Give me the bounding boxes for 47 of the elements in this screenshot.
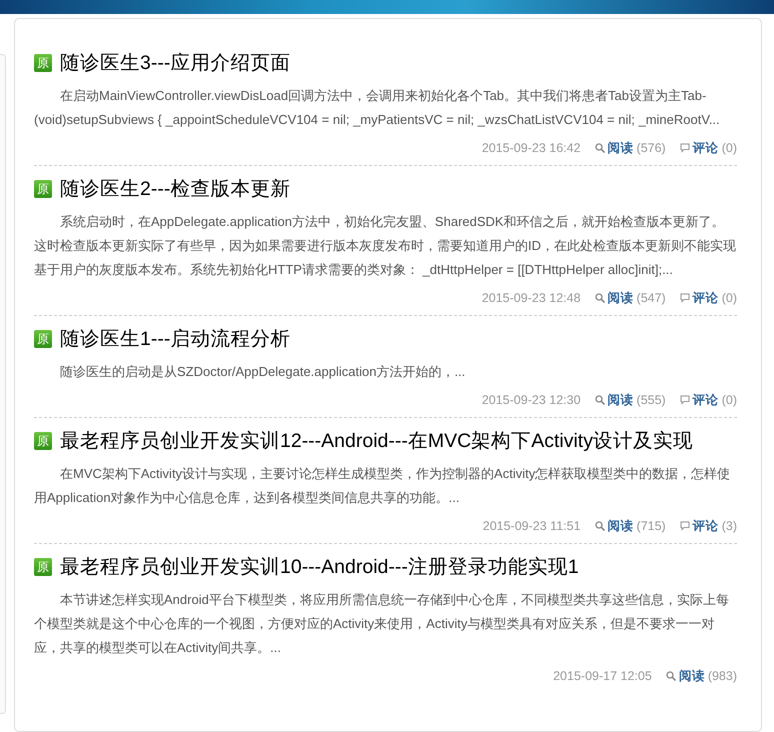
read-link[interactable]: 阅读 — [608, 514, 634, 538]
magnifier-icon — [594, 143, 605, 153]
speech-bubble-icon — [680, 395, 690, 405]
post-summary: 系统启动时，在AppDelegate.application方法中，初始化完友盟、SharedSDK和环信之后，就开始检查版本更新了。这时检查版本更新实际了有些早，因为如果需要进行版本灰度发布时，需要知道用户的ID，在此处检查版本更新则不能实现基于用户的灰度版本发布。系统先初始化HTTP请求需要的类对象： _dtHttpHelper = [[DTHttpHelper alloc]init];... — [34, 213, 737, 279]
read-link[interactable]: 阅读 — [608, 136, 634, 160]
magnifier-icon — [594, 293, 605, 303]
read-count: (547) — [636, 290, 666, 307]
post-summary: 在启动MainViewController.viewDisLoad回调方法中，会调用来初始化各个Tab。其中我们将患者Tab设置为主Tab- (void)setupSubviews { _appointScheduleVCV104 = nil; _myPatientsVC = nil; _wzsChatListVCV104 = nil; _mineRootV... — [34, 87, 721, 129]
post-date: 2015-09-23 12:30 — [482, 392, 581, 409]
speech-bubble-icon — [680, 293, 690, 303]
post-date: 2015-09-23 16:42 — [482, 140, 581, 157]
speech-bubble-icon — [680, 521, 690, 531]
post-summary: 随诊医生的启动是从SZDoctor/AppDelegate.application方法开始的，... — [59, 363, 466, 381]
post-title[interactable]: 随诊医生1---启动流程分析 — [60, 325, 290, 353]
read-count: (715) — [636, 518, 666, 535]
read-count: (576) — [636, 140, 666, 157]
read-count: (983) — [708, 668, 737, 685]
comment-count: (0) — [722, 290, 737, 307]
post-date: 2015-09-23 12:48 — [482, 290, 581, 307]
comment-count: (3) — [722, 518, 737, 535]
post-title[interactable]: 最老程序员创业开发实训10---Android---注册登录功能实现1 — [60, 553, 579, 581]
comment-count: (0) — [722, 140, 737, 157]
original-badge: 原 — [34, 330, 52, 348]
read-count: (555) — [636, 392, 666, 409]
read-link[interactable]: 阅读 — [678, 664, 705, 688]
original-badge: 原 — [34, 432, 52, 450]
comment-link[interactable]: 评论 — [692, 388, 719, 412]
read-link[interactable]: 阅读 — [608, 388, 634, 412]
post-summary: 本节讲述怎样实现Android平台下模型类，将应用所需信息统一存储到中心仓库，不同模型类共享这些信息，实际上每个模型类就是这个中心仓库的一个视图，方便对应的Activity来使用，Activity与模型类具有对应关系，但是不要求一一对应，共享的模型类可以在Activity间共享。... — [34, 591, 730, 657]
comment-link[interactable]: 评论 — [692, 286, 719, 310]
original-badge: 原 — [34, 558, 52, 576]
magnifier-icon — [666, 671, 676, 681]
comment-count: (0) — [722, 392, 737, 409]
comment-link[interactable]: 评论 — [692, 514, 719, 538]
original-badge: 原 — [34, 180, 52, 198]
post-title[interactable]: 最老程序员创业开发实训12---Android---在MVC架构下Activity设计及实现 — [60, 427, 693, 455]
post-title[interactable]: 随诊医生3---应用介绍页面 — [60, 49, 290, 77]
magnifier-icon — [594, 521, 605, 531]
read-link[interactable]: 阅读 — [608, 286, 634, 310]
post-title[interactable]: 随诊医生2---检查版本更新 — [60, 175, 290, 203]
magnifier-icon — [594, 395, 605, 405]
post-date: 2015-09-23 11:51 — [482, 518, 581, 535]
post-date: 2015-09-17 12:05 — [553, 668, 652, 685]
post-summary: 在MVC架构下Activity设计与实现，主要讨论怎样生成模型类，作为控制器的Activity怎样获取模型类中的数据，怎样使用Application对象作为中心信息仓库，达到各模型类间信息共享的功能。... — [34, 465, 732, 507]
speech-bubble-icon — [680, 143, 690, 153]
comment-link[interactable]: 评论 — [692, 136, 719, 160]
original-badge: 原 — [34, 54, 52, 72]
